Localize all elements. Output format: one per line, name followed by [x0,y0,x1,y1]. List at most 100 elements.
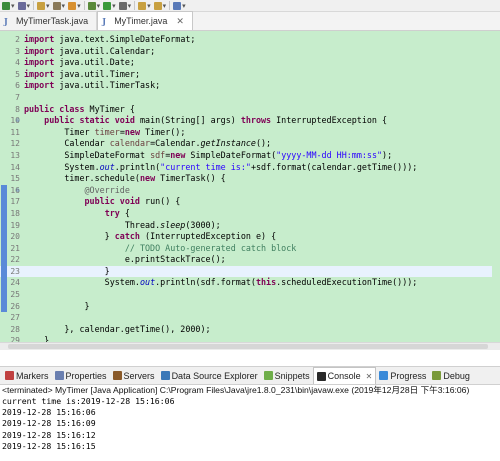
console-output[interactable]: current time is:2019-12-28 15:16:06 2019-… [0,396,500,461]
line-number: 4 [15,58,20,68]
folder-button[interactable]: ▾ [37,1,50,11]
code-line[interactable]: 10 ⊖ public static void main(String[] arg… [0,115,500,127]
code-line[interactable]: 23 } [0,265,500,278]
java-file-icon: J [102,16,106,26]
chevron-down-icon[interactable]: ▾ [182,2,186,10]
line-number: 13 [10,150,20,160]
code-line[interactable]: 19 Thread.sleep(3000); [0,219,500,232]
code-text: Thread.sleep(3000); [24,219,221,230]
search-button[interactable]: ▾ [118,1,132,11]
code-line[interactable]: 3 import java.util.Calendar; [0,46,500,58]
code-line[interactable]: 17 public void run() { [0,196,500,208]
line-number: 17 [10,197,20,207]
java-file-icon: J [4,16,8,26]
view-tab-label: Progress [390,370,427,381]
back-arrow-button[interactable]: ▾ [138,1,151,11]
tab-console[interactable]: Console ✕ [312,367,377,384]
chevron-down-icon[interactable]: ▾ [46,2,50,10]
chevron-down-icon[interactable]: ▾ [62,2,66,10]
pin-button[interactable]: ▾ [173,1,186,11]
toolbar-separator [169,1,171,10]
code-line[interactable]: 5 import java.util.Timer; [0,69,500,81]
pin-icon [173,1,182,10]
chevron-down-icon[interactable]: ▾ [27,2,31,10]
code-text: public class MyTimer { [24,103,135,114]
code-line[interactable]: 4 import java.util.Date; [0,57,500,69]
code-line[interactable]: 27 [0,312,500,324]
view-tab-label: Properties [65,370,107,381]
chevron-down-icon[interactable]: ▾ [163,2,167,10]
code-line[interactable]: 6 import java.util.TimerTask; [0,80,500,92]
tab-data-source-explorer[interactable]: Data Source Explorer [158,367,261,384]
view-tab-label: Debug [443,370,470,381]
chevron-down-icon[interactable]: ▾ [11,2,15,10]
chevron-down-icon[interactable]: ▾ [128,2,132,10]
close-icon[interactable]: ✕ [176,16,184,27]
line-number: 8 [15,104,20,114]
code-line[interactable]: 28 }, calendar.getTime(), 2000); [0,324,500,336]
run-button[interactable]: ▾ [103,1,116,11]
view-tab-label: Snippets [274,370,310,381]
line-number: 22 [10,255,20,265]
code-line[interactable]: 7 [0,92,500,104]
line-number: 28 [10,324,20,334]
code-line[interactable]: 22 e.printStackTrace(); [0,254,500,266]
console-line: 2019-12-28 15:16:15 [2,440,96,451]
warning-button[interactable]: ▾ [68,1,81,11]
chevron-down-icon[interactable]: ▾ [77,2,81,10]
scrollbar-thumb[interactable] [8,344,488,349]
code-line[interactable]: 24 System.out.println(sdf.format(this.sc… [0,277,500,290]
chevron-down-icon[interactable]: ▾ [97,2,101,10]
tab-markers[interactable]: Markers [2,367,52,384]
line-number: 19 [10,220,20,230]
console-icon [316,371,326,381]
line-number: 25 [10,290,20,300]
fold-toggle-icon[interactable]: ⊖ [16,185,20,197]
code-line[interactable]: 12 Calendar calendar=Calendar.getInstanc… [0,138,500,150]
code-text: import java.util.Timer; [24,68,140,79]
line-number: 26 [10,301,20,311]
arrow-right-icon [2,1,10,10]
code-line[interactable]: 21 // TODO Auto-generated catch block [0,242,500,255]
fold-toggle-icon[interactable]: ⊖ [16,115,20,127]
tab-debug[interactable]: Debug [429,367,473,384]
code-text: } catch (InterruptedException e) { [24,231,277,242]
line-number: 20 [10,232,20,242]
horizontal-scrollbar[interactable] [0,342,500,350]
view-tab-label: Markers [16,370,49,381]
code-text: System.out.println("current time is:"+sd… [24,161,418,172]
code-line[interactable]: 2 import java.text.SimpleDateFormat; [0,34,500,46]
code-line[interactable]: 14 System.out.println("current time is:"… [0,162,500,174]
code-line[interactable]: 18 try { [0,207,500,220]
code-line[interactable]: 16 ⊖ @Override [0,184,500,197]
code-text: @Override [84,184,130,195]
code-line[interactable]: 8 public class MyTimer { [0,104,500,116]
clipboard-button[interactable]: ▾ [52,1,66,11]
tab-label: MyTimerTask.java [16,16,89,26]
tab-properties[interactable]: Properties [52,367,110,384]
clipboard-icon [52,1,61,10]
tab-mytimer-java[interactable]: J MyTimer.java ✕ [97,11,193,30]
code-editor[interactable]: 2 import java.text.SimpleDateFormat; 3 impo… [0,31,500,350]
bug-button[interactable]: ▾ [87,1,101,11]
code-line[interactable]: 13 SimpleDateFormat sdf=new SimpleDateFo… [0,150,500,162]
code-line[interactable]: 26 } [0,300,500,313]
gear-button[interactable]: ▾ [17,1,31,11]
code-line[interactable]: 15 timer.schedule(new TimerTask() { [0,173,500,185]
tab-progress[interactable]: Progress [376,367,429,384]
code-line[interactable]: 25 [0,289,500,301]
arrow-right-button[interactable]: ▾ [2,1,15,11]
forward-arrow-button[interactable]: ▾ [153,1,167,11]
code-line[interactable]: 11 Timer timer=new Timer(); [0,127,500,139]
code-text: } [24,300,90,311]
tab-servers[interactable]: Servers [110,367,158,384]
chevron-down-icon[interactable]: ▾ [112,2,116,10]
chevron-down-icon[interactable]: ▾ [147,2,151,10]
code-text: public void run() { [84,196,181,207]
search-icon [118,1,127,10]
tab-mytimertask-java[interactable]: J MyTimerTask.java [0,12,98,30]
close-icon[interactable]: ✕ [366,372,373,381]
tab-snippets[interactable]: Snippets [261,367,313,384]
code-line[interactable]: 20 } catch (InterruptedException e) { [0,231,500,243]
code-text: import java.text.SimpleDateFormat; [24,34,196,44]
